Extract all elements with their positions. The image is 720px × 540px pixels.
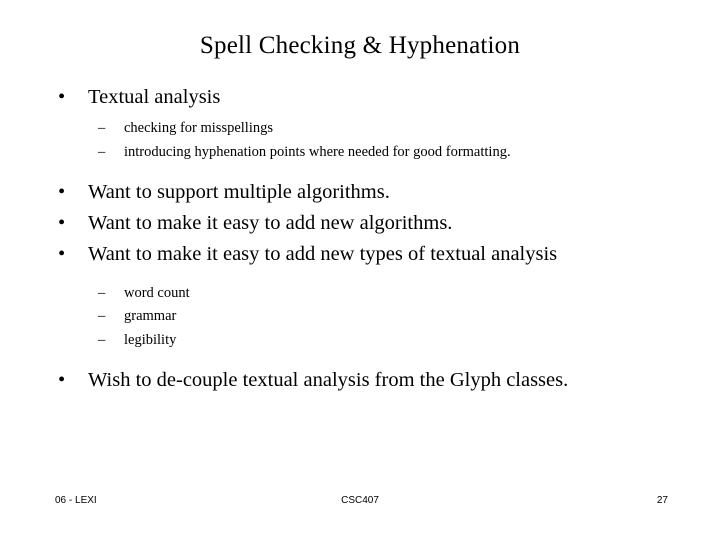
footer-center-label: CSC407 (341, 495, 379, 506)
sub-bullet-text: legibility (124, 331, 177, 348)
bullet-text: Textual analysis (88, 86, 221, 108)
bullet-list-level-2: – word count – grammar – legibility (0, 282, 720, 352)
bullet-text: Wish to de-couple textual analysis from … (88, 369, 569, 392)
sub-bullet-marker-icon: – (98, 331, 106, 348)
bullet-item: • Textual analysis (0, 82, 720, 113)
bullet-text: Want to support multiple algorithms. (88, 181, 390, 204)
sub-bullet-group: – checking for misspellings – introducin… (0, 117, 720, 164)
bullet-text: Want to make it easy to add new algorith… (88, 212, 453, 235)
slide: Spell Checking & Hyphenation • Textual a… (0, 0, 720, 540)
sub-bullet-group: – word count – grammar – legibility (0, 282, 720, 352)
bullet-marker-icon: • (58, 243, 66, 266)
page-title: Spell Checking & Hyphenation (199, 32, 521, 59)
bullet-marker-icon: • (58, 212, 66, 235)
bullet-marker-icon: • (58, 369, 66, 392)
sub-bullet-marker-icon: – (98, 308, 106, 325)
bullet-text: Want to make it easy to add new types of… (88, 243, 558, 266)
bullet-item: • Want to support multiple algorithms. (0, 177, 720, 208)
sub-bullet-item: – checking for misspellings (0, 117, 720, 140)
sub-bullet-item: – grammar (0, 305, 720, 328)
slide-number: 27 (656, 495, 668, 506)
bullet-marker-icon: • (58, 86, 66, 108)
bullet-item: • Want to make it easy to add new algori… (0, 208, 720, 239)
slide-footer: 06 - LEXI CSC407 27 (0, 495, 720, 515)
sub-bullet-item: – word count (0, 282, 720, 305)
sub-bullet-item: – legibility (0, 329, 720, 352)
sub-bullet-marker-icon: – (98, 143, 106, 160)
sub-bullet-text: grammar (124, 308, 177, 325)
bullet-list-level-1: • Textual analysis – checking for misspe… (0, 82, 720, 396)
bullet-item: • Want to make it easy to add new types … (0, 239, 720, 270)
bullet-marker-icon: • (58, 181, 66, 204)
slide-body: • Textual analysis – checking for misspe… (0, 82, 720, 396)
sub-bullet-text: checking for misspellings (124, 120, 274, 137)
sub-bullet-marker-icon: – (98, 120, 106, 137)
bullet-list-level-2: – checking for misspellings – introducin… (0, 117, 720, 164)
sub-bullet-marker-icon: – (98, 284, 106, 301)
sub-bullet-text: word count (124, 284, 190, 301)
bullet-item: • Wish to de-couple textual analysis fro… (0, 365, 720, 396)
sub-bullet-text: introducing hyphenation points where nee… (124, 143, 511, 160)
sub-bullet-item: – introducing hyphenation points where n… (0, 141, 720, 164)
